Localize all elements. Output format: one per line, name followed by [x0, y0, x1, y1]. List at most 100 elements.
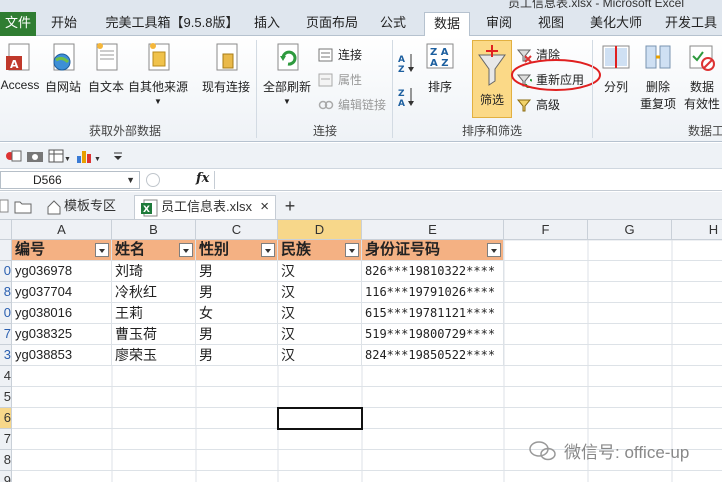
- tab-page-layout[interactable]: 页面布局: [302, 12, 362, 36]
- sort-label: 排序: [427, 80, 452, 94]
- from-access-button[interactable]: A Access: [0, 42, 40, 92]
- name-box-value: D566: [33, 173, 62, 187]
- row-header[interactable]: 0: [0, 261, 12, 282]
- tab-developer[interactable]: 开发工具: [660, 12, 722, 36]
- row-header[interactable]: 8: [0, 282, 12, 303]
- tab-home[interactable]: 开始: [44, 12, 84, 36]
- column-header-d[interactable]: D: [278, 220, 362, 240]
- group-label-sort-filter: 排序和筛选: [461, 124, 522, 138]
- row-header[interactable]: 7: [0, 429, 12, 450]
- properties-button[interactable]: 属性: [318, 71, 362, 88]
- refresh-all-button[interactable]: 全部刷新 ▼: [262, 42, 312, 106]
- group-label-connections: 连接: [312, 124, 337, 138]
- formula-input[interactable]: [214, 171, 722, 189]
- from-other-sources-label: 自其他来源: [127, 80, 188, 94]
- text-file-icon: [96, 43, 118, 71]
- svg-text:Z: Z: [398, 65, 405, 74]
- other-sources-dropdown-icon: ▼: [154, 97, 162, 106]
- tab-data[interactable]: 数据: [424, 12, 470, 37]
- remove-duplicates-button[interactable]: 删除 重复项: [638, 42, 678, 112]
- row-header[interactable]: 0: [0, 303, 12, 324]
- ribbon-separator: [392, 40, 393, 138]
- tab-beautify[interactable]: 美化大师: [586, 12, 646, 36]
- tab-view[interactable]: 视图: [534, 12, 568, 36]
- sort-za-button[interactable]: Z A: [398, 86, 416, 108]
- tab-review[interactable]: 审阅: [482, 12, 516, 36]
- existing-connections-label: 现有连接: [201, 80, 250, 94]
- svg-text:A: A: [398, 55, 405, 65]
- name-box[interactable]: D566 ▼: [0, 171, 140, 189]
- column-header-b[interactable]: B: [112, 220, 196, 240]
- tab-templates[interactable]: 模板专区: [40, 195, 132, 219]
- properties-icon: [318, 73, 333, 86]
- refresh-dropdown-icon: ▼: [283, 97, 291, 106]
- filter-button[interactable]: 筛选: [472, 40, 512, 118]
- from-other-sources-button[interactable]: 自其他来源 ▼: [127, 42, 189, 106]
- text-to-columns-label: 分列: [603, 80, 628, 94]
- window-title: 员工信息表.xlsx - Microsoft Excel: [508, 0, 685, 10]
- row-header[interactable]: 4: [0, 366, 12, 387]
- remove-duplicates-icon: [645, 45, 671, 69]
- row-header[interactable]: 3: [0, 345, 12, 366]
- sort-button[interactable]: Z A A Z 排序: [422, 42, 458, 95]
- select-all-corner[interactable]: [0, 220, 12, 240]
- tab-workbook[interactable]: X 员工信息表.xlsx ×: [134, 195, 276, 219]
- insert-function-button[interactable]: fx: [196, 171, 209, 186]
- ribbon-separator: [592, 40, 593, 138]
- svg-text:A: A: [398, 99, 405, 108]
- edit-links-button[interactable]: 编辑链接: [318, 96, 386, 113]
- row-header[interactable]: 9: [0, 471, 12, 482]
- tab-insert[interactable]: 插入: [250, 12, 284, 36]
- table-format-icon[interactable]: ▼: [48, 148, 70, 164]
- name-box-dropdown-icon[interactable]: ▼: [126, 172, 135, 188]
- refresh-all-label: 全部刷新: [262, 80, 311, 94]
- wechat-icon: [529, 440, 556, 460]
- tab-tools[interactable]: 完美工具箱【9.5.8版】: [98, 12, 246, 36]
- column-header-a[interactable]: A: [12, 220, 112, 240]
- customize-toolbar-icon[interactable]: [112, 148, 124, 164]
- column-header-h[interactable]: H: [672, 220, 722, 240]
- refresh-icon: [277, 43, 299, 71]
- column-header-f[interactable]: F: [504, 220, 588, 240]
- from-text-button[interactable]: 自文本: [86, 42, 126, 95]
- data-validation-button[interactable]: 数据 有效性: [682, 42, 722, 112]
- document-icon[interactable]: [0, 199, 12, 213]
- column-header-e[interactable]: E: [362, 220, 504, 240]
- page-setup-icon[interactable]: [4, 148, 22, 164]
- row-header[interactable]: 6: [0, 408, 12, 429]
- ribbon-data: A Access 自网站 自文本 自其他来源 ▼ 现有连接 获取外部数据 全部刷…: [0, 36, 722, 142]
- close-tab-icon[interactable]: ×: [260, 196, 269, 218]
- svg-text:Z: Z: [398, 89, 405, 99]
- folder-icon[interactable]: [14, 198, 32, 214]
- globe-icon: [53, 43, 75, 71]
- existing-connections-button[interactable]: 现有连接: [200, 42, 252, 95]
- tab-file[interactable]: 文件: [0, 12, 36, 36]
- tab-formula[interactable]: 公式: [376, 12, 410, 36]
- connections-button[interactable]: 连接: [318, 46, 362, 63]
- home-icon: [47, 200, 61, 215]
- sort-icon: Z A A Z: [426, 43, 454, 69]
- row-header[interactable]: 7: [0, 324, 12, 345]
- row-header[interactable]: 8: [0, 450, 12, 471]
- text-to-columns-icon: [602, 45, 630, 69]
- connections-label: 连接: [338, 48, 363, 62]
- column-header-g[interactable]: G: [588, 220, 672, 240]
- existing-connections-icon: [216, 43, 238, 71]
- watermark-text: 微信号: office-up: [564, 443, 690, 462]
- new-tab-button[interactable]: +: [280, 195, 300, 219]
- camera-icon[interactable]: [26, 148, 44, 164]
- formula-bar-expand-handle[interactable]: [146, 173, 160, 187]
- svg-text:▼: ▼: [94, 156, 101, 163]
- column-header-c[interactable]: C: [196, 220, 278, 240]
- row-header[interactable]: [0, 240, 12, 261]
- row-header[interactable]: 5: [0, 387, 12, 408]
- formula-bar: D566 ▼ fx: [0, 169, 722, 191]
- advanced-filter-button[interactable]: 高级: [516, 96, 560, 113]
- tab-workbook-label: 员工信息表.xlsx: [161, 199, 253, 214]
- chart-icon[interactable]: ▼: [76, 148, 104, 164]
- sort-az-button[interactable]: A Z: [398, 52, 416, 74]
- active-cell-selection[interactable]: [277, 407, 363, 430]
- text-to-columns-button[interactable]: 分列: [598, 42, 634, 95]
- data-validation-label-line1: 数据: [689, 80, 714, 94]
- from-web-button[interactable]: 自网站: [42, 42, 84, 95]
